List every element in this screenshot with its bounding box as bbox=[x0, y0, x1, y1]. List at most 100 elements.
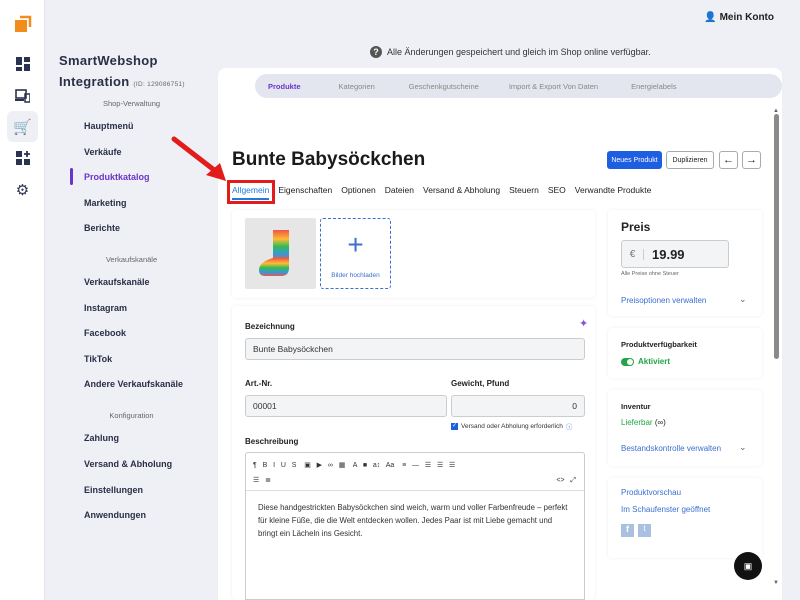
tab-seo[interactable]: SEO bbox=[548, 185, 566, 200]
shop-name: SmartWebshop bbox=[59, 53, 158, 68]
scroll-down-icon[interactable]: ▼ bbox=[772, 580, 780, 586]
settings-gear-icon[interactable]: ⚙ bbox=[7, 174, 38, 205]
shipping-required-label: Versand oder Abholung erforderlich bbox=[461, 422, 563, 430]
price-note: Alle Preise ohne Steuer bbox=[621, 271, 679, 277]
subtab-import-export[interactable]: Import & Export Von Daten bbox=[509, 82, 598, 91]
account-label: Mein Konto bbox=[719, 12, 774, 23]
subtab-produkte[interactable]: Produkte bbox=[268, 82, 301, 91]
product-title: Bunte Babysöckchen bbox=[232, 149, 426, 170]
ai-sparkle-icon[interactable]: ✦ bbox=[579, 317, 588, 330]
nav-hauptmenu[interactable]: Hauptmenü bbox=[84, 121, 134, 131]
price-title: Preis bbox=[621, 220, 651, 234]
facebook-icon[interactable]: f bbox=[621, 524, 634, 537]
price-value: 19.99 bbox=[652, 246, 685, 262]
inventory-title: Inventur bbox=[621, 402, 651, 411]
devices-icon[interactable] bbox=[7, 80, 38, 111]
nav-tiktok[interactable]: TikTok bbox=[84, 354, 112, 364]
scroll-up-icon[interactable]: ▲ bbox=[772, 108, 780, 114]
chat-button[interactable]: ▣ bbox=[734, 552, 762, 580]
notice-text: Alle Änderungen gespeichert und gleich i… bbox=[387, 47, 651, 57]
availability-title: Produktverfügbarkeit bbox=[621, 340, 697, 349]
nav-anwendungen[interactable]: Anwendungen bbox=[84, 510, 146, 520]
shipping-required-checkbox[interactable]: ✓ Versand oder Abholung erforderlich ⓘ bbox=[451, 421, 572, 431]
nav-produktkatalog[interactable]: Produktkatalog bbox=[84, 172, 150, 182]
nav-verkaufskanale[interactable]: Verkaufskanäle bbox=[84, 277, 150, 287]
nav-einstellungen[interactable]: Einstellungen bbox=[84, 485, 143, 495]
icon-rail: 🛒 ⚙ bbox=[0, 0, 45, 600]
editor-toolbar: ¶ B I U S ▣ ▶ ∞ ▦ A ■ a↕ Aa ≡ — ☰ ☰ ☰ ☰ ≣… bbox=[246, 453, 584, 491]
name-input[interactable]: Bunte Babysöckchen bbox=[245, 338, 585, 360]
stock-qty: (∞) bbox=[654, 418, 666, 427]
currency-symbol: € bbox=[622, 248, 644, 260]
weight-label: Gewicht, Pfund bbox=[451, 379, 510, 388]
price-options-link[interactable]: Preisoptionen verwalten bbox=[621, 296, 706, 305]
shop-id: (ID: 129086751) bbox=[133, 81, 185, 88]
availability-toggle[interactable]: Aktiviert bbox=[621, 357, 670, 366]
price-input[interactable]: € 19.99 bbox=[621, 240, 729, 268]
availability-panel bbox=[608, 328, 762, 378]
tab-versand[interactable]: Versand & Abholung bbox=[423, 185, 500, 200]
nav-instagram[interactable]: Instagram bbox=[84, 303, 127, 313]
stock-control-link[interactable]: Bestandskontrolle verwalten bbox=[621, 444, 721, 453]
red-arrow-annotation bbox=[171, 136, 226, 181]
logo-icon bbox=[7, 8, 38, 39]
apps-add-icon[interactable] bbox=[7, 142, 38, 173]
tab-dateien[interactable]: Dateien bbox=[385, 185, 414, 200]
tab-verwandte[interactable]: Verwandte Produkte bbox=[575, 185, 652, 200]
info-icon[interactable]: ⓘ bbox=[566, 421, 573, 431]
scrollbar-thumb[interactable] bbox=[774, 114, 779, 359]
next-product-button[interactable]: → bbox=[742, 151, 761, 169]
active-indicator bbox=[70, 168, 73, 185]
tab-eigenschaften[interactable]: Eigenschaften bbox=[278, 185, 332, 200]
duplicate-button[interactable]: Duplizieren bbox=[666, 151, 714, 169]
dashboard-icon[interactable] bbox=[7, 48, 38, 79]
section-title: Verkaufskanäle bbox=[105, 255, 158, 264]
subtab-kategorien[interactable]: Kategorien bbox=[339, 82, 375, 91]
previous-product-button[interactable]: ← bbox=[719, 151, 738, 169]
availability-status: Aktiviert bbox=[638, 357, 671, 366]
toolbar-buttons[interactable]: ¶ B I U S ▣ ▶ ∞ ▦ A ■ a↕ Aa ≡ — ☰ ☰ ☰ bbox=[253, 462, 455, 469]
tab-steuern[interactable]: Steuern bbox=[509, 185, 539, 200]
nav-marketing[interactable]: Marketing bbox=[84, 198, 127, 208]
code-fullscreen-icons[interactable]: <> ⤢ bbox=[556, 473, 576, 488]
highlight-box bbox=[227, 180, 275, 204]
chevron-down-icon[interactable]: ⌄ bbox=[739, 294, 747, 305]
sku-label: Art.-Nr. bbox=[245, 379, 273, 388]
toggle-switch[interactable] bbox=[621, 357, 634, 366]
section-title: Konfiguration bbox=[109, 411, 154, 420]
description-label: Beschreibung bbox=[245, 437, 299, 446]
cart-icon[interactable]: 🛒 bbox=[7, 111, 38, 142]
help-icon: ? bbox=[370, 46, 382, 58]
sku-input[interactable]: 00001 bbox=[245, 395, 447, 417]
product-image[interactable] bbox=[245, 218, 316, 289]
nav-versand[interactable]: Versand & Abholung bbox=[84, 459, 172, 469]
upload-label: Bilder hochladen bbox=[331, 272, 380, 279]
nav-berichte[interactable]: Berichte bbox=[84, 223, 120, 233]
nav-andere[interactable]: Andere Verkaufskanäle bbox=[84, 379, 183, 389]
weight-input[interactable]: 0 bbox=[451, 395, 585, 417]
nav-facebook[interactable]: Facebook bbox=[84, 328, 126, 338]
subtab-energielabels[interactable]: Energielabels bbox=[631, 82, 676, 91]
description-text[interactable]: Diese handgestrickten Babysöckchen sind … bbox=[246, 491, 584, 550]
upload-images-button[interactable]: + Bilder hochladen bbox=[320, 218, 391, 289]
nav-zahlung[interactable]: Zahlung bbox=[84, 433, 119, 443]
stock-status: Lieferbar bbox=[621, 418, 653, 427]
product-tabs: Allgemein Eigenschaften Optionen Dateien… bbox=[232, 185, 651, 200]
scrollbar[interactable]: ▲ ▼ bbox=[772, 108, 780, 588]
description-editor[interactable]: ¶ B I U S ▣ ▶ ∞ ▦ A ■ a↕ Aa ≡ — ☰ ☰ ☰ ☰ ≣… bbox=[245, 452, 585, 600]
toolbar-buttons-2[interactable]: ☰ ≣ bbox=[253, 477, 271, 484]
chevron-down-icon[interactable]: ⌄ bbox=[739, 442, 747, 453]
subtab-gutscheine[interactable]: Geschenkgutscheine bbox=[409, 82, 479, 91]
save-notice: ? Alle Änderungen gespeichert und gleich … bbox=[370, 46, 651, 58]
product-preview-link[interactable]: Produktvorschau bbox=[621, 488, 681, 497]
nav-verkaufe[interactable]: Verkäufe bbox=[84, 147, 122, 157]
account-menu[interactable]: 👤 Mein Konto bbox=[704, 12, 774, 23]
name-label: Bezeichnung bbox=[245, 322, 295, 331]
inventory-status: Lieferbar (∞) bbox=[621, 418, 666, 427]
checkbox-icon[interactable]: ✓ bbox=[451, 422, 458, 430]
new-product-button[interactable]: Neues Produkt bbox=[607, 151, 662, 169]
tab-optionen[interactable]: Optionen bbox=[341, 185, 376, 200]
open-in-store-link[interactable]: Im Schaufenster geöffnet bbox=[621, 505, 710, 514]
twitter-icon[interactable]: t bbox=[638, 524, 651, 537]
catalog-subtabs: Produkte Kategorien Geschenkgutscheine I… bbox=[255, 74, 782, 98]
